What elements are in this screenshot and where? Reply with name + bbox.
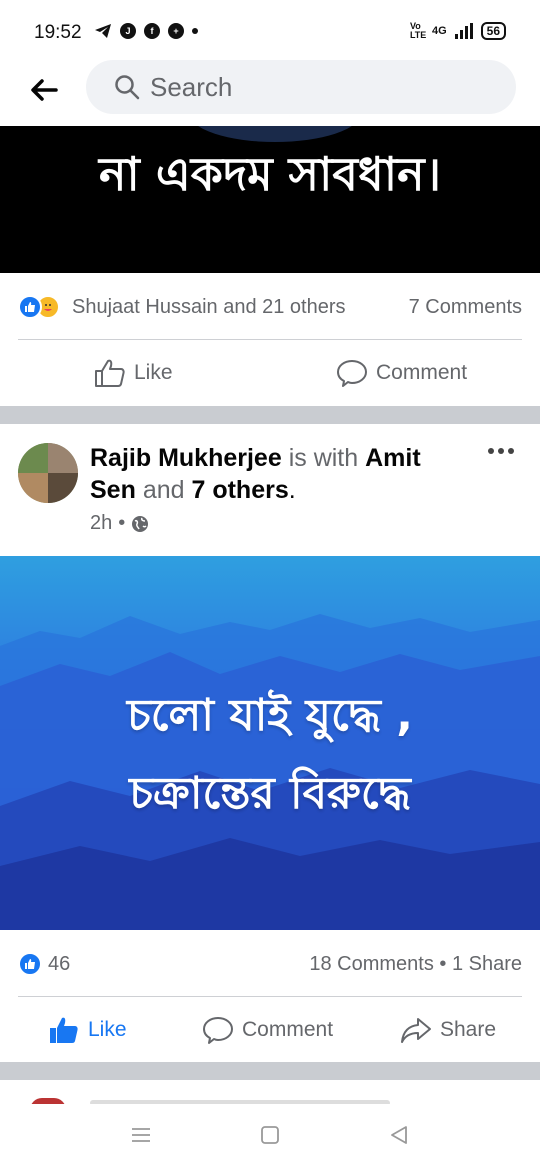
reaction-icons — [18, 952, 42, 976]
home-button[interactable] — [259, 1124, 281, 1146]
like-icon-filled — [50, 1017, 78, 1043]
back-arrow-icon — [31, 79, 58, 101]
tagged-person-first[interactable]: Amit — [365, 444, 421, 472]
comment-button[interactable]: Comment — [202, 997, 333, 1063]
post-time[interactable]: 2h — [90, 512, 112, 535]
system-nav-bar — [0, 1104, 540, 1170]
avatar-photo-2 — [48, 443, 78, 473]
reactions-summary[interactable]: 46 18 Comments • 1 Share — [0, 934, 540, 994]
author-name[interactable]: Rajib Mukherjee — [90, 444, 282, 472]
post-image[interactable]: না একদম সাবধান। — [0, 126, 540, 273]
like-button[interactable]: Like — [48, 997, 127, 1063]
post-author-line: Rajib Mukherjee is with Amit Sen and 7 o… — [90, 442, 470, 506]
more-options-button[interactable] — [488, 448, 514, 454]
like-label: Like — [134, 361, 173, 384]
reactions-text: Shujaat Hussain and 21 others — [72, 295, 346, 318]
notification-icons: J f + — [94, 23, 198, 39]
status-right: Vo LTE 4G 56 — [410, 22, 506, 40]
comment-button[interactable]: Comment — [336, 340, 467, 406]
avatar-photo-1 — [18, 443, 48, 473]
telegram-icon — [95, 24, 111, 38]
battery-icon: 56 — [480, 22, 506, 40]
comments-shares-count[interactable]: 18 Comments • 1 Share — [309, 953, 522, 976]
avatar-photo-4 — [48, 473, 78, 503]
share-icon — [401, 1018, 431, 1043]
post-image[interactable]: চলো যাই যুদ্ধে , চক্রান্তের বিরুদ্ধে — [0, 556, 540, 930]
search-icon — [115, 75, 140, 100]
comment-label: Comment — [242, 1018, 334, 1041]
period-text: . — [288, 476, 296, 504]
post-separator — [0, 1062, 540, 1080]
back-button[interactable] — [24, 70, 64, 110]
avatar-photo-3 — [18, 473, 48, 503]
back-nav-button[interactable] — [388, 1124, 410, 1146]
dot-icon — [488, 448, 494, 454]
comment-label: Comment — [376, 361, 468, 384]
tagged-person-last[interactable]: Sen — [90, 476, 136, 504]
like-icon — [95, 359, 125, 387]
likes-count: 46 — [48, 952, 71, 975]
search-placeholder: Search — [150, 71, 233, 102]
comments-count[interactable]: 7 Comments — [409, 296, 522, 319]
network-label: 4G — [431, 24, 447, 37]
meta-separator: • — [118, 512, 126, 534]
dot-icon — [498, 448, 504, 454]
facebook-icon: f — [144, 23, 160, 39]
jio-icon: J — [120, 23, 136, 39]
more-notifications-icon — [192, 28, 198, 34]
signal-icon — [454, 23, 473, 39]
search-input[interactable]: Search — [86, 60, 516, 114]
post-image-text: না একদম সাবধান। — [98, 147, 442, 201]
avatar[interactable] — [18, 443, 78, 503]
reaction-icons — [18, 295, 60, 319]
like-label: Like — [88, 1018, 127, 1041]
reactions-summary[interactable]: Shujaat Hussain and 21 others 7 Comments — [0, 277, 540, 337]
post-image-text-line-2: চক্রান্তের বিরুদ্ধে — [129, 768, 411, 819]
like-reaction-icon — [18, 295, 42, 319]
post-image-text-line-1: চলো যাই যুদ্ধে , — [127, 690, 413, 741]
post-actions: Like Comment — [0, 340, 540, 406]
share-label: Share — [440, 1018, 497, 1041]
tagged-others-link[interactable]: 7 others — [191, 476, 288, 504]
app-icon: + — [168, 23, 184, 39]
comment-icon — [203, 1017, 233, 1044]
header: Search — [0, 58, 540, 126]
status-time: 19:52 — [34, 22, 82, 43]
post-actions: Like Comment Share — [0, 997, 540, 1063]
recent-apps-button[interactable] — [130, 1124, 152, 1146]
comment-icon — [337, 360, 367, 387]
and-text: and — [142, 476, 185, 504]
like-reaction-icon — [18, 952, 42, 976]
volte-label: Vo LTE — [409, 21, 427, 40]
post-meta: 2h • — [90, 512, 149, 535]
post-separator — [0, 406, 540, 424]
like-button[interactable]: Like — [94, 340, 173, 406]
share-button[interactable]: Share — [400, 997, 496, 1063]
status-bar: 19:52 J f + Vo LTE 4G 56 — [0, 0, 540, 62]
globe-icon — [132, 515, 149, 532]
is-with-text: is with — [288, 444, 359, 472]
dot-icon — [508, 448, 514, 454]
